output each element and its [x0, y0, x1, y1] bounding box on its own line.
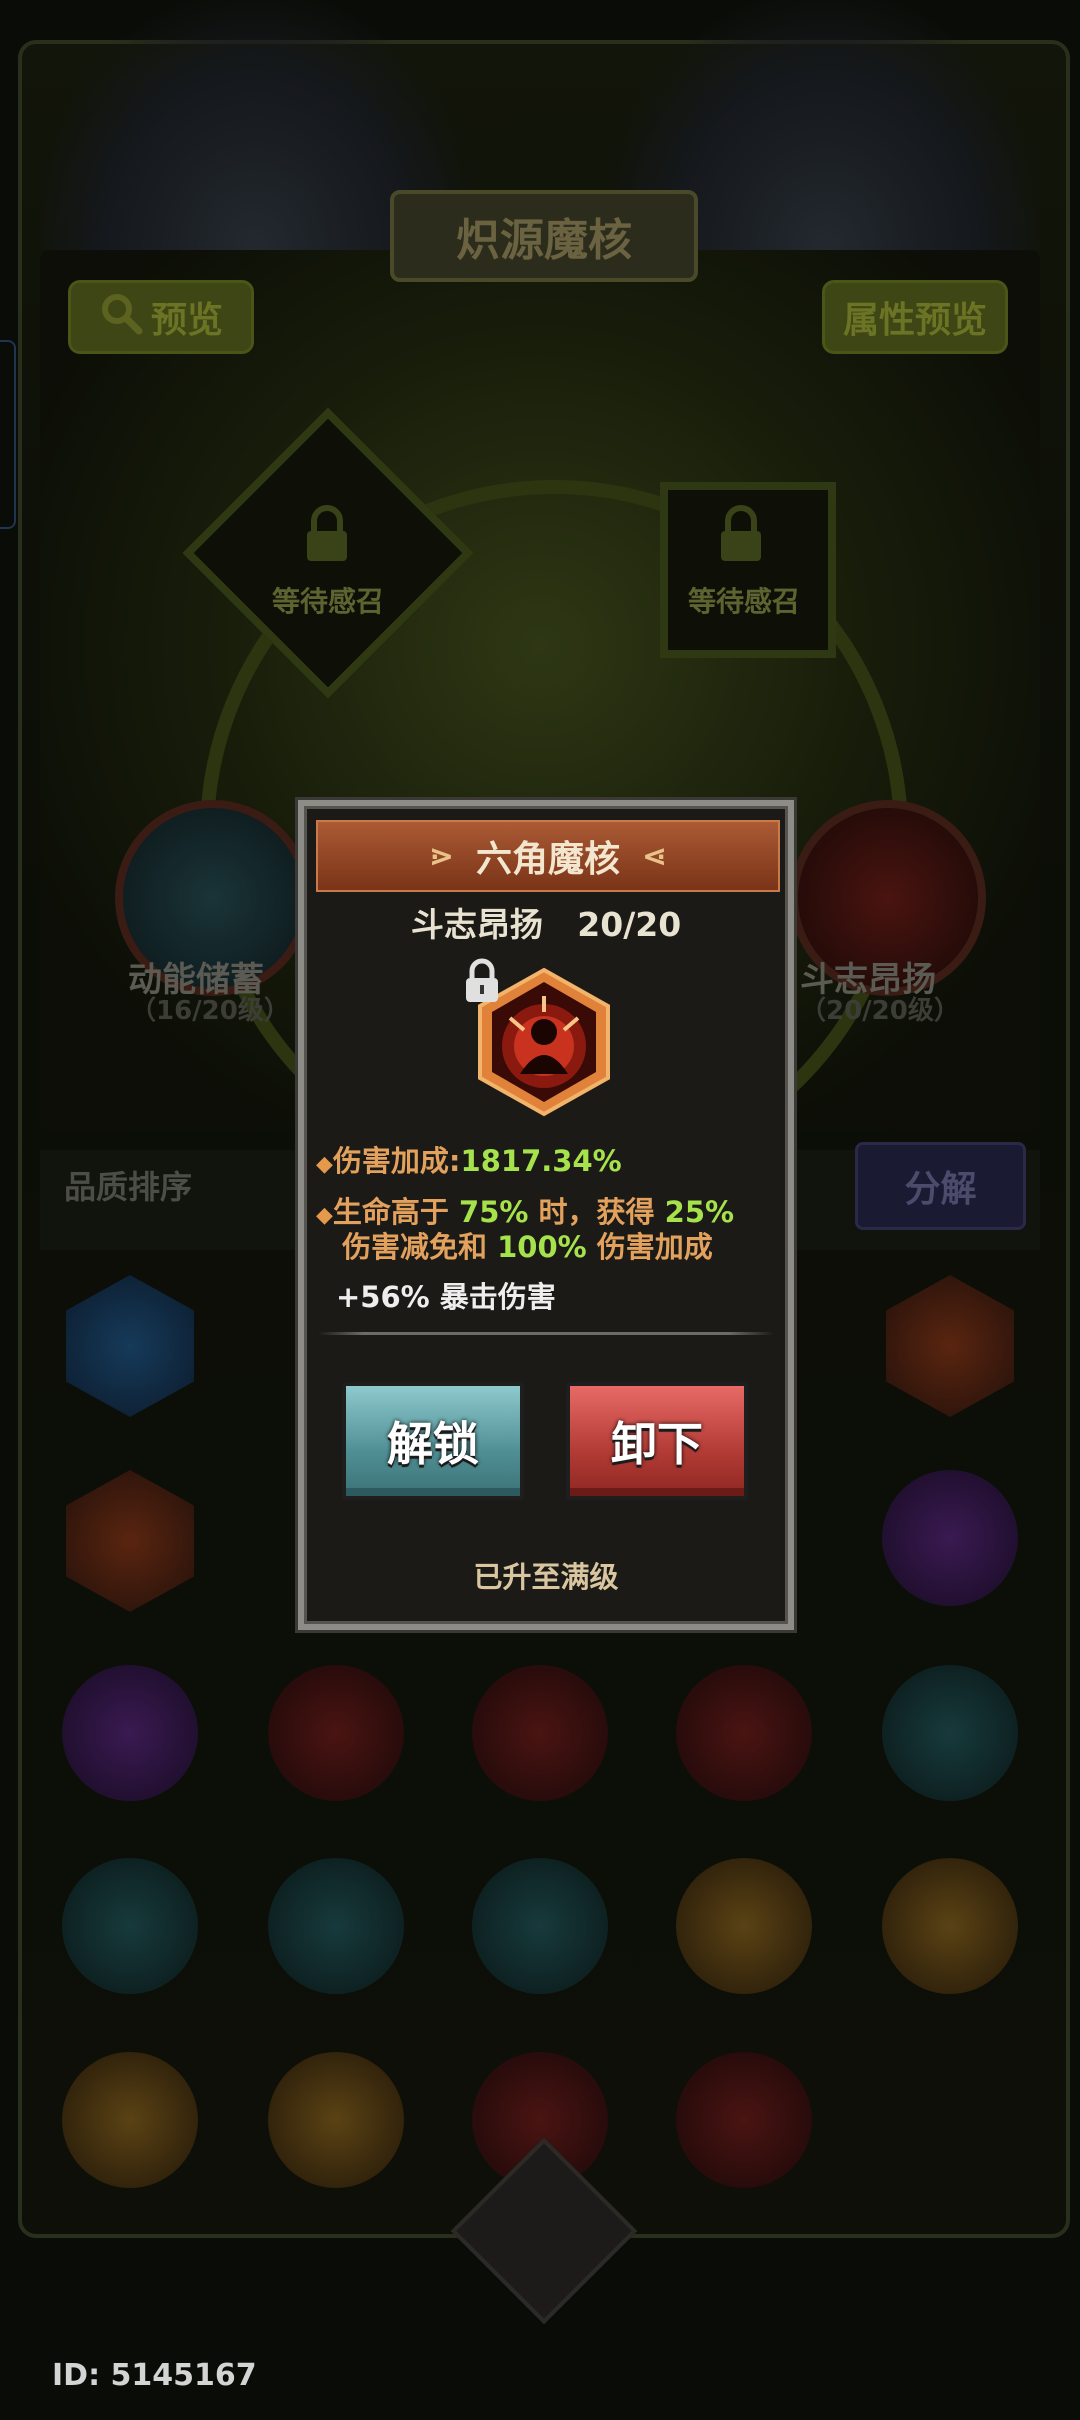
- page-title: 炽源魔核: [390, 190, 698, 282]
- inventory-item[interactable]: [62, 1858, 198, 1994]
- core-name-row: 斗志昂扬 20/20: [304, 898, 788, 946]
- inventory-item[interactable]: [472, 1665, 608, 1801]
- unequip-button[interactable]: 卸下: [566, 1382, 748, 1500]
- core-level: 20/20: [577, 905, 682, 944]
- side-core-left-level: （16/20级）: [130, 996, 290, 1026]
- popup-header: ⋗ 六角魔核 ⋖: [316, 820, 780, 892]
- preview-label: 预览: [150, 300, 223, 341]
- max-level-status: 已升至满级: [473, 1560, 619, 1594]
- attribute-preview-button[interactable]: 属性预览: [822, 280, 1008, 354]
- inventory-item[interactable]: [676, 1665, 812, 1801]
- search-icon: [99, 291, 143, 344]
- chevron-left-icon: ⋖: [642, 838, 668, 874]
- inventory-item[interactable]: [62, 2052, 198, 2188]
- inventory-item[interactable]: [62, 1665, 198, 1801]
- slot-left-label: 等待感召: [272, 585, 385, 618]
- inventory-item[interactable]: [472, 1858, 608, 1994]
- inventory-item[interactable]: [882, 1470, 1018, 1606]
- inventory-item[interactable]: [676, 2052, 812, 2188]
- unlock-button[interactable]: 解锁: [342, 1382, 524, 1500]
- inventory-item[interactable]: [882, 1858, 1018, 1994]
- side-core-right-level: （20/20级）: [800, 996, 960, 1026]
- inventory-item[interactable]: [268, 1665, 404, 1801]
- inventory-item[interactable]: [268, 1858, 404, 1994]
- inventory-item[interactable]: [676, 1858, 812, 1994]
- quality-sort-button[interactable]: 品质排序: [64, 1162, 192, 1208]
- core-name: 斗志昂扬: [410, 905, 543, 944]
- inventory-item[interactable]: [882, 1665, 1018, 1801]
- diamond-bullet-icon: ◆: [316, 1203, 333, 1228]
- inventory-item[interactable]: [268, 2052, 404, 2188]
- divider: [318, 1332, 774, 1335]
- lock-icon[interactable]: [462, 958, 502, 1004]
- core-detail-popup: ⋗ 六角魔核 ⋖ 斗志昂扬 20/20 ◆伤害加成:1817.34% ◆生命高于…: [295, 797, 797, 1633]
- side-tab[interactable]: [0, 340, 16, 529]
- chevron-right-icon: ⋗: [428, 838, 454, 874]
- player-id: ID: 5145167: [52, 2358, 257, 2393]
- slot-right-label: 等待感召: [688, 585, 801, 618]
- stat-crit-damage: +56% 暴击伤害: [336, 1280, 556, 1314]
- popup-title: 六角魔核: [475, 839, 620, 880]
- lock-icon: [716, 505, 766, 567]
- decompose-button[interactable]: 分解: [855, 1142, 1026, 1230]
- diamond-bullet-icon: ◆: [316, 1152, 333, 1177]
- stat-conditional-line-2: 伤害减免和 100% 伤害加成: [342, 1230, 713, 1264]
- stat-damage-bonus: ◆伤害加成:1817.34%: [316, 1144, 622, 1178]
- lock-icon: [302, 505, 352, 567]
- preview-button[interactable]: 预览: [68, 280, 254, 354]
